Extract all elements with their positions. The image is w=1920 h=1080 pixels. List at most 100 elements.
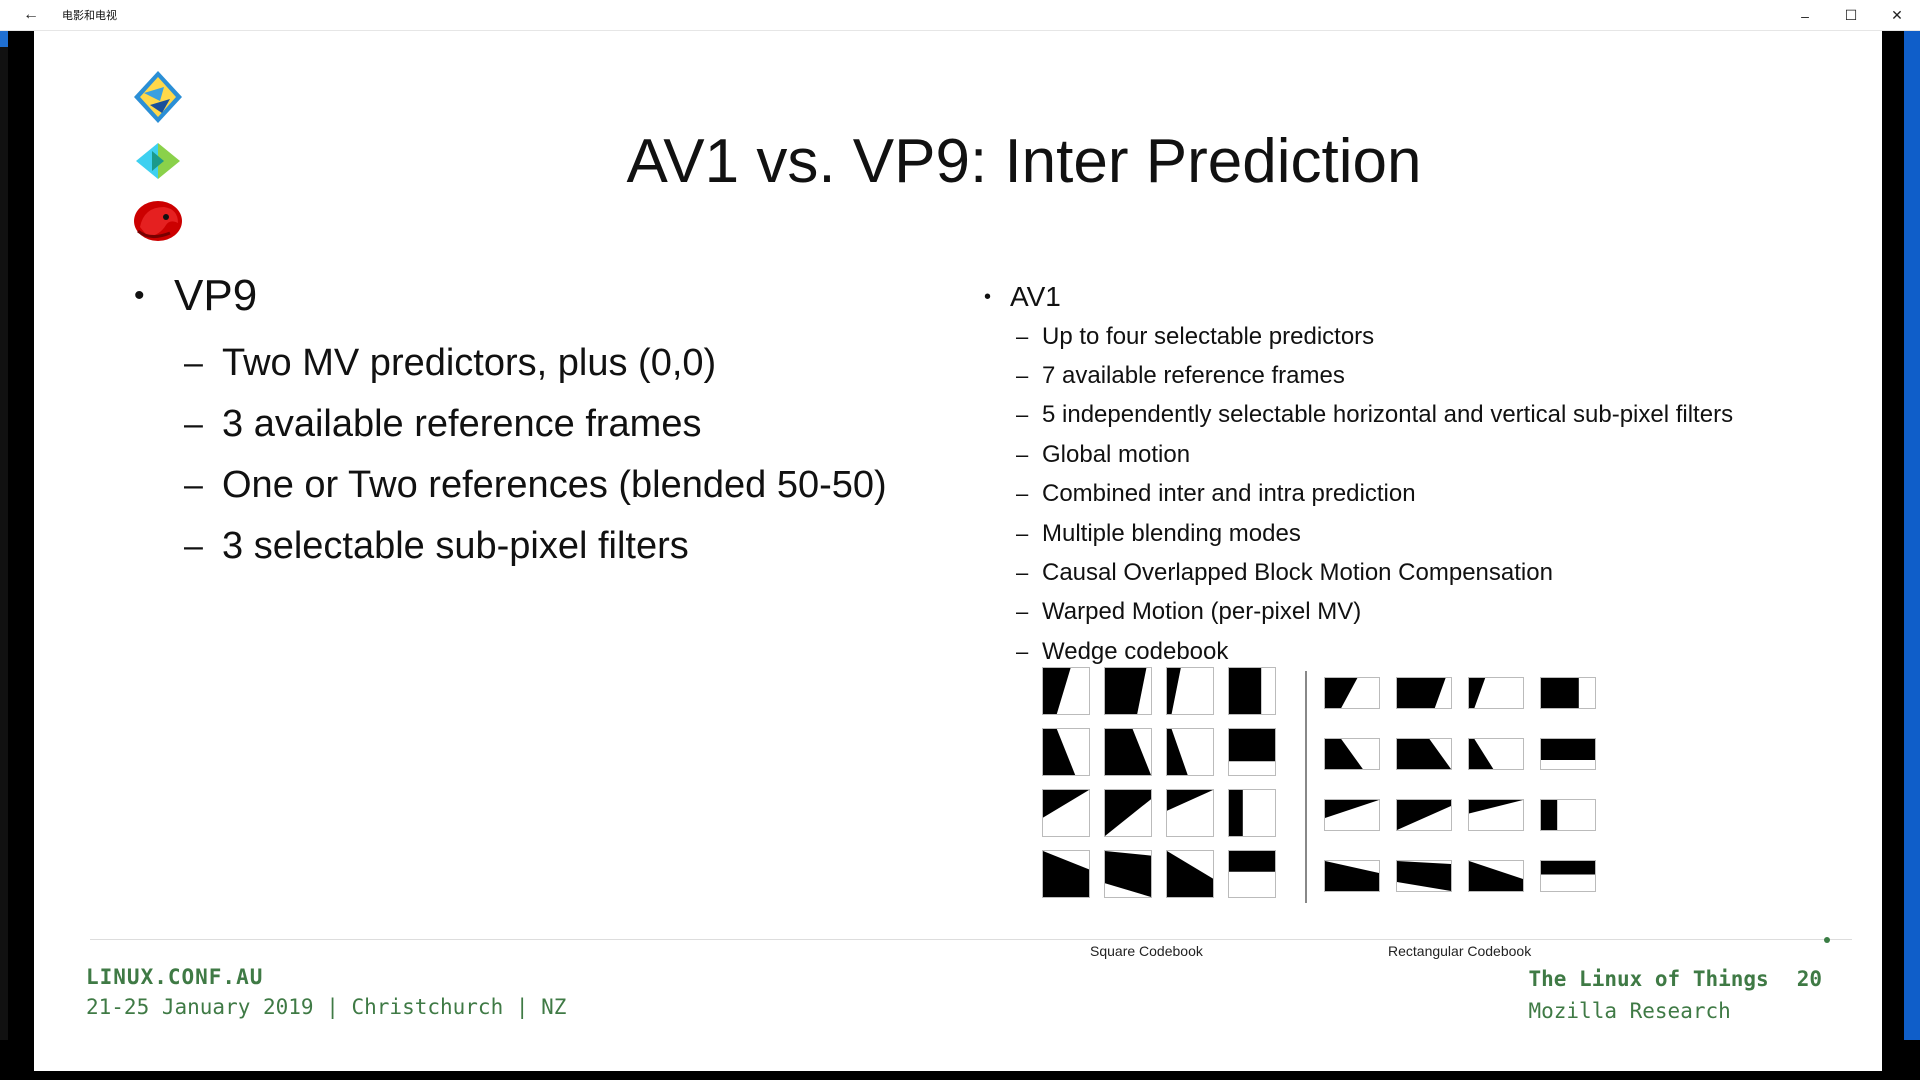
right-window-edge [1882,31,1920,1080]
wedge-pattern-icon [1324,677,1380,709]
vp9-item-text: 3 available reference frames [222,403,702,445]
close-icon: ✕ [1891,7,1903,23]
wedge-pattern-icon [1468,738,1524,770]
square-codebook-grid [1042,667,1276,898]
bullet-dot: • [984,285,992,308]
wedge-pattern-icon [1166,728,1214,776]
vp9-bullet: • VP9 [134,271,954,321]
av1-item-text: Up to four selectable predictors [1042,322,1375,350]
footer-right: The Linux of Things 20 Mozilla Research [1528,967,1822,1023]
wedge-pattern-icon [1042,789,1090,837]
vp9-item: –3 available reference frames [184,403,702,445]
wedge-pattern-icon [1166,667,1214,715]
rectangular-codebook-label: Rectangular Codebook [1388,943,1532,959]
av1-item: – Up to four selectable predictors [1016,322,1375,350]
wedge-pattern-icon [1396,677,1452,709]
footer-divider [90,939,1852,940]
wedge-pattern-icon [1468,677,1524,709]
av1-item: –5 independently selectable horizontal a… [1016,401,1734,429]
rectangular-codebook-grid [1324,677,1596,892]
av1-item: – Multiple blending modes [1016,519,1301,547]
vp9-logo-icon [136,143,180,179]
av1-item-text: Warped Motion (per-pixel MV) [1042,598,1362,626]
vp9-item: –3 selectable sub-pixel filters [184,525,689,567]
page-number: 20 [1796,967,1822,991]
wedge-pattern-icon [1540,799,1596,831]
wedge-pattern-icon [1324,860,1380,892]
wedge-pattern-icon [1104,728,1152,776]
codebook-divider [1305,671,1307,903]
vp9-item: – Two MV predictors, plus (0,0) [184,342,717,384]
wedge-pattern-icon [1468,860,1524,892]
av1-item: – Causal Overlapped Block Motion Compensa… [1016,559,1553,587]
wedge-pattern-icon [1324,738,1380,770]
wedge-pattern-icon [1228,667,1276,715]
av1-item: – Wedge codebook [1016,637,1229,665]
left-window-edge [0,31,8,1080]
organization: Mozilla Research [1528,999,1731,1023]
conference-dates: 21-25 January 2019 | Christchurch | NZ [86,995,567,1019]
wedge-pattern-icon [1396,799,1452,831]
footer-left: LINUX.CONF.AU 21-25 January 2019 | Chris… [86,965,566,1019]
wedge-pattern-icon [1468,799,1524,831]
maximize-button[interactable]: ☐ [1828,0,1874,31]
title-bar: ← 电影和电视 – ☐ ✕ [0,0,1920,31]
av1-logo-icon [134,71,182,123]
av1-item-text: 7 available reference frames [1042,362,1345,390]
wedge-codebook-figure: Square Codebook Rectangular Codebook [1034,667,1634,969]
mozilla-logo-icon [134,201,182,241]
minimize-button[interactable]: – [1782,0,1828,31]
vp9-item-text: One or Two references (blended 50-50) [222,464,887,506]
square-codebook-label: Square Codebook [1090,943,1203,959]
window-title: 电影和电视 [62,9,117,22]
wedge-pattern-icon [1540,738,1596,770]
av1-heading: AV1 [1010,281,1061,312]
back-button[interactable]: ← [0,0,62,31]
conference-name: LINUX.CONF.AU [86,965,264,989]
av1-item: – Global motion [1016,440,1191,468]
wedge-pattern-icon [1042,850,1090,898]
window-controls: – ☐ ✕ [1782,0,1920,31]
av1-item-text: Combined inter and intra prediction [1042,480,1416,508]
footer-accent-dot [1824,937,1830,943]
maximize-icon: ☐ [1844,7,1858,23]
wedge-pattern-icon [1396,860,1452,892]
av1-item: –7 available reference frames [1016,362,1345,390]
av1-bullet: • AV1 [984,277,1874,317]
wedge-pattern-icon [1228,728,1276,776]
wedge-pattern-icon [1396,738,1452,770]
wedge-pattern-icon [1104,789,1152,837]
av1-item-text: Wedge codebook [1042,637,1229,665]
vp9-heading: VP9 [174,271,258,320]
close-button[interactable]: ✕ [1874,0,1920,31]
wedge-pattern-icon [1042,728,1090,776]
minimize-icon: – [1801,7,1809,24]
logo-column [130,69,186,257]
wedge-pattern-icon [1104,850,1152,898]
wedge-pattern-icon [1104,667,1152,715]
vp9-column: • VP9 – Two MV predictors, plus (0,0) –3 … [134,271,954,577]
av1-item-text: 5 independently selectable horizontal an… [1042,401,1734,429]
wedge-pattern-icon [1324,799,1380,831]
wedge-pattern-icon [1042,667,1090,715]
wedge-pattern-icon [1228,850,1276,898]
wedge-pattern-icon [1166,850,1214,898]
bullet-dot: • [134,279,145,312]
av1-column: • AV1 – Up to four selectable predictors … [984,277,1874,672]
wedge-pattern-icon [1540,677,1596,709]
wedge-pattern-icon [1166,789,1214,837]
video-frame-slide[interactable]: AV1 vs. VP9: Inter Prediction • VP9 – Two… [34,31,1882,1071]
vp9-item-text: Two MV predictors, plus (0,0) [222,342,717,384]
vp9-item-text: 3 selectable sub-pixel filters [222,525,689,567]
wedge-pattern-icon [1540,860,1596,892]
av1-item-text: Causal Overlapped Block Motion Compensat… [1042,559,1553,587]
av1-item-text: Multiple blending modes [1042,519,1301,547]
av1-item-text: Global motion [1042,440,1191,468]
vp9-item: – One or Two references (blended 50-50) [184,464,887,506]
av1-item: – Combined inter and intra prediction [1016,480,1416,508]
talk-title: The Linux of Things [1528,967,1769,991]
slide-title: AV1 vs. VP9: Inter Prediction [626,127,1422,196]
back-arrow-icon: ← [23,6,39,23]
wedge-pattern-icon [1228,789,1276,837]
av1-item: – Warped Motion (per-pixel MV) [1016,598,1362,626]
